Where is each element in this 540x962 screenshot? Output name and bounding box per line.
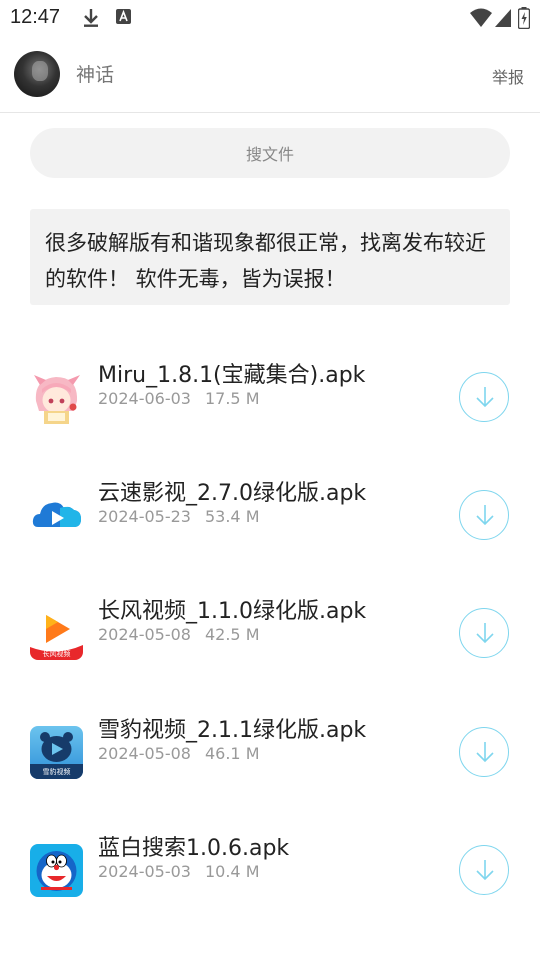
file-item[interactable]: Miru_1.8.1(宝藏集合).apk 2024-06-03 17.5 M xyxy=(0,363,540,489)
search-files-bar[interactable]: 搜文件 xyxy=(30,128,510,178)
file-size: 42.5 M xyxy=(204,625,260,644)
arrow-down-icon xyxy=(476,623,494,644)
file-size: 17.5 M xyxy=(204,389,260,408)
status-bar: 12:47 xyxy=(0,0,540,38)
file-date: 2024-06-03 xyxy=(98,389,191,408)
changfeng-play-icon: 长风视频 xyxy=(30,607,83,660)
status-time: 12:47 xyxy=(10,6,61,28)
cloud-play-icon xyxy=(30,489,83,542)
file-date: 2024-05-23 xyxy=(98,507,191,526)
report-button[interactable]: 举报 xyxy=(492,64,524,88)
doraemon-icon xyxy=(30,844,83,897)
file-date: 2024-05-03 xyxy=(98,862,191,881)
arrow-down-icon xyxy=(476,742,494,763)
wifi-icon xyxy=(470,8,492,32)
file-meta: 2024-05-08 46.1 M xyxy=(98,744,260,763)
search-placeholder: 搜文件 xyxy=(245,145,294,164)
file-meta: 2024-05-03 10.4 M xyxy=(98,862,260,881)
post-header: 神话 举报 xyxy=(0,38,540,113)
icon-caption: 长风视频 xyxy=(42,650,71,658)
cell-signal-icon xyxy=(494,8,512,32)
file-name: 长风视频_1.1.0绿化版.apk xyxy=(98,599,367,624)
battery-charging-icon xyxy=(517,7,531,33)
file-item[interactable]: 云速影视_2.7.0绿化版.apk 2024-05-23 53.4 M xyxy=(0,481,540,607)
download-button[interactable] xyxy=(459,727,509,777)
file-date: 2024-05-08 xyxy=(98,625,191,644)
notice-text: 很多破解版有和谐现象都很正常，找离发布较近的软件！ 软件无毒，皆为误报！ xyxy=(45,231,486,291)
arrow-down-icon xyxy=(476,505,494,526)
file-name: Miru_1.8.1(宝藏集合).apk xyxy=(98,363,366,388)
download-button[interactable] xyxy=(459,490,509,540)
icon-caption: 雪豹视频 xyxy=(42,768,71,776)
notice-box: 很多破解版有和谐现象都很正常，找离发布较近的软件！ 软件无毒，皆为误报！ xyxy=(30,209,510,305)
avatar[interactable] xyxy=(14,51,60,97)
file-meta: 2024-06-03 17.5 M xyxy=(98,389,260,408)
download-button[interactable] xyxy=(459,845,509,895)
text-a-icon xyxy=(116,8,132,30)
file-size: 53.4 M xyxy=(204,507,260,526)
download-icon xyxy=(82,8,100,32)
snow-leopard-icon: 雪豹视频 xyxy=(30,726,83,779)
download-button[interactable] xyxy=(459,608,509,658)
arrow-down-icon xyxy=(476,860,494,881)
author-name[interactable]: 神话 xyxy=(76,60,114,87)
file-size: 10.4 M xyxy=(204,862,260,881)
file-item[interactable]: 蓝白搜索1.0.6.apk 2024-05-03 10.4 M xyxy=(0,836,540,962)
download-button[interactable] xyxy=(459,372,509,422)
anime-girl-icon xyxy=(30,371,83,424)
file-date: 2024-05-08 xyxy=(98,744,191,763)
file-name: 蓝白搜索1.0.6.apk xyxy=(98,836,290,861)
file-meta: 2024-05-23 53.4 M xyxy=(98,507,260,526)
file-item[interactable]: 雪豹视频 雪豹视频_2.1.1绿化版.apk 2024-05-08 46.1 M xyxy=(0,718,540,844)
file-meta: 2024-05-08 42.5 M xyxy=(98,625,260,644)
file-size: 46.1 M xyxy=(204,744,260,763)
file-item[interactable]: 长风视频 长风视频_1.1.0绿化版.apk 2024-05-08 42.5 M xyxy=(0,599,540,725)
arrow-down-icon xyxy=(476,387,494,408)
file-name: 云速影视_2.7.0绿化版.apk xyxy=(98,481,367,506)
file-name: 雪豹视频_2.1.1绿化版.apk xyxy=(98,718,367,743)
